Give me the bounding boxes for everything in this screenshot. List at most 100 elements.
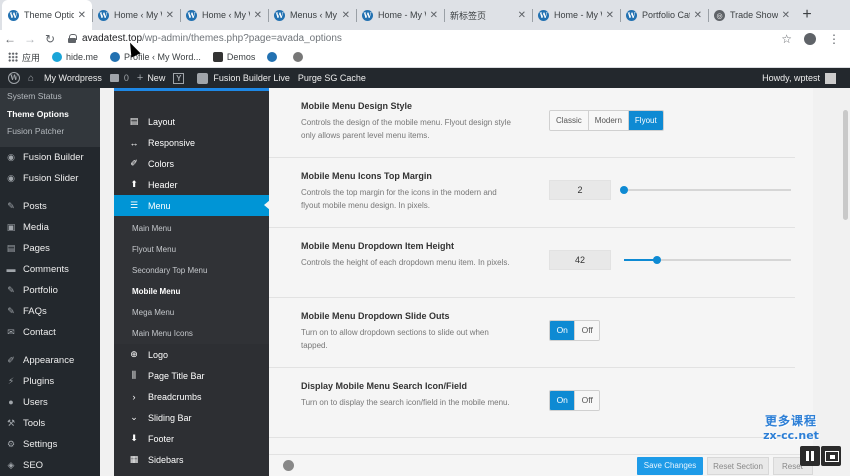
bookmark-star-icon[interactable]: ☆ [781,32,792,46]
bookmark-item[interactable]: Profile ‹ My Word... [110,52,201,62]
wp-submenu-item[interactable]: Fusion Patcher [7,123,100,141]
bookmark-item[interactable]: Demos [212,52,255,62]
avada-section-item[interactable]: ↔ Responsive [114,132,269,153]
pause-icon[interactable] [800,446,820,466]
wp-menu-item[interactable]: ✎ Portfolio [0,280,100,301]
reset-section-button[interactable]: Reset Section [707,457,769,475]
bookmark-item[interactable]: hide.me [52,52,98,62]
wp-menu-item[interactable]: ✎ Posts [0,196,100,217]
browser-tab[interactable]: W Home - My W ✕ [532,0,620,30]
avada-section-item[interactable]: ⫼ Page Title Bar [114,365,269,386]
avada-section-item[interactable]: › Breadcrumbs [114,386,269,407]
comments-link[interactable]: 0 [109,73,129,83]
switch-on[interactable]: On [550,391,575,410]
avada-subsection-item[interactable]: Flyout Menu [114,239,269,260]
range-slider[interactable] [624,256,791,264]
switch-on[interactable]: On [550,321,575,340]
close-icon[interactable]: ✕ [694,10,702,21]
reload-icon[interactable]: ↻ [40,32,60,46]
browser-tab[interactable]: 新标签页 ✕ [444,0,532,30]
wp-submenu-item[interactable]: System Status [7,88,100,106]
scrollbar[interactable] [843,110,848,220]
number-input[interactable]: 2 [549,180,611,200]
avada-subsection-item[interactable]: Mobile Menu [114,281,269,302]
close-icon[interactable]: ✕ [254,10,262,21]
wp-menu-item[interactable]: ⚡ Plugins [0,371,100,392]
browser-tab[interactable]: W Home ‹ My W ✕ [180,0,268,30]
wp-menu-item[interactable]: ⚙ Settings [0,434,100,455]
bookmark-item[interactable] [267,52,281,62]
close-icon[interactable]: ✕ [606,10,614,21]
new-tab-button[interactable]: + [796,0,818,30]
wp-menu-item[interactable]: ✐ Appearance [0,350,100,371]
range-slider[interactable] [620,186,791,194]
wp-menu-item[interactable]: ◉ Fusion Builder [0,147,100,168]
browser-tab[interactable]: W Portfolio Cat ✕ [620,0,708,30]
browser-tab[interactable]: W Home ‹ My W ✕ [92,0,180,30]
lock-icon[interactable] [68,34,77,43]
style-option-flyout[interactable]: Flyout [628,111,663,130]
close-icon[interactable]: ✕ [78,10,86,21]
avada-subsection-item[interactable]: Main Menu [114,218,269,239]
site-name-link[interactable]: ⌂ My Wordpress [28,73,102,84]
avada-subsection-item[interactable]: Mega Menu [114,302,269,323]
avada-section-item[interactable]: ⬇ Footer [114,428,269,449]
my-account-link[interactable]: Howdy, wptest [762,72,836,84]
style-option-modern[interactable]: Modern [588,111,629,130]
plus-icon: + [136,72,144,84]
wp-menu-item[interactable]: ● Users [0,392,100,413]
fusion-builder-live-link[interactable]: Fusion Builder Live [197,72,290,84]
wp-menu-item[interactable]: ⚒ Tools [0,413,100,434]
avada-subsection-item[interactable]: Main Menu Icons [114,323,269,344]
avada-section-item[interactable]: ▤ Layout [114,111,269,132]
avada-subsection-item[interactable]: Secondary Top Menu [114,260,269,281]
wp-menu-item[interactable]: ◉ Fusion Slider [0,168,100,189]
close-icon[interactable]: ✕ [782,10,790,21]
avada-section-item[interactable]: ▦ Sidebars [114,449,269,470]
slider-handle[interactable] [620,186,628,194]
seo-icon: ◈ [7,460,15,470]
wp-menu-label: Settings [23,438,58,450]
slider-handle[interactable] [653,256,662,264]
wp-menu-item[interactable]: ◈ SEO [0,455,100,476]
avada-section-item[interactable]: ⌄ Sliding Bar [114,407,269,428]
profile-avatar-icon[interactable] [804,32,816,45]
close-icon[interactable]: ✕ [518,10,526,21]
save-changes-button[interactable]: Save Changes [637,457,703,475]
wp-submenu-item[interactable]: Theme Options [7,106,100,124]
avada-section-item[interactable]: ⊕ Logo [114,344,269,365]
bookmark-item[interactable]: 应用 [8,51,40,64]
picture-in-picture-icon[interactable] [821,446,841,466]
browser-tab[interactable]: W Menus ‹ My W ✕ [268,0,356,30]
browser-tab[interactable]: W Home - My W ✕ [356,0,444,30]
on-off-switch[interactable]: On Off [549,390,600,411]
switch-off[interactable]: Off [574,321,599,340]
new-content-link[interactable]: + New [137,72,165,84]
wp-menu-item[interactable]: ✉ Contact [0,322,100,343]
tab-label: Trade Show E [730,10,778,20]
browser-tab[interactable]: W Theme Optio ✕ [2,0,92,30]
more-vert-icon[interactable]: ⋮ [828,32,840,46]
address-bar[interactable]: avadatest.top/wp-admin/themes.php?page=a… [68,30,781,47]
yoast-link[interactable]: Y [173,72,189,84]
style-option-classic[interactable]: Classic [550,111,589,130]
wp-menu-item[interactable]: ✎ FAQs [0,301,100,322]
wp-menu-item[interactable]: ▣ Media [0,217,100,238]
close-icon[interactable]: ✕ [166,10,174,21]
browser-tab[interactable]: ◎ Trade Show E ✕ [708,0,796,30]
forward-arrow-icon[interactable]: → [20,32,40,46]
number-input[interactable]: 42 [549,250,611,270]
close-icon[interactable]: ✕ [430,10,438,21]
back-arrow-icon[interactable]: ← [0,32,20,46]
avada-section-item[interactable]: ⬆ Header [114,174,269,195]
purge-cache-link[interactable]: Purge SG Cache [298,73,366,83]
avada-section-item[interactable]: ☰ Menu [114,195,270,216]
avada-section-item[interactable]: ✐ Colors [114,153,269,174]
on-off-switch[interactable]: On Off [549,320,600,341]
wp-menu-item[interactable]: ▬ Comments [0,259,100,280]
wp-menu-item[interactable]: ▤ Pages [0,238,100,259]
wp-logo-menu[interactable]: W [8,72,20,84]
bookmark-item[interactable] [293,52,307,62]
switch-off[interactable]: Off [574,391,599,410]
close-icon[interactable]: ✕ [342,10,350,21]
